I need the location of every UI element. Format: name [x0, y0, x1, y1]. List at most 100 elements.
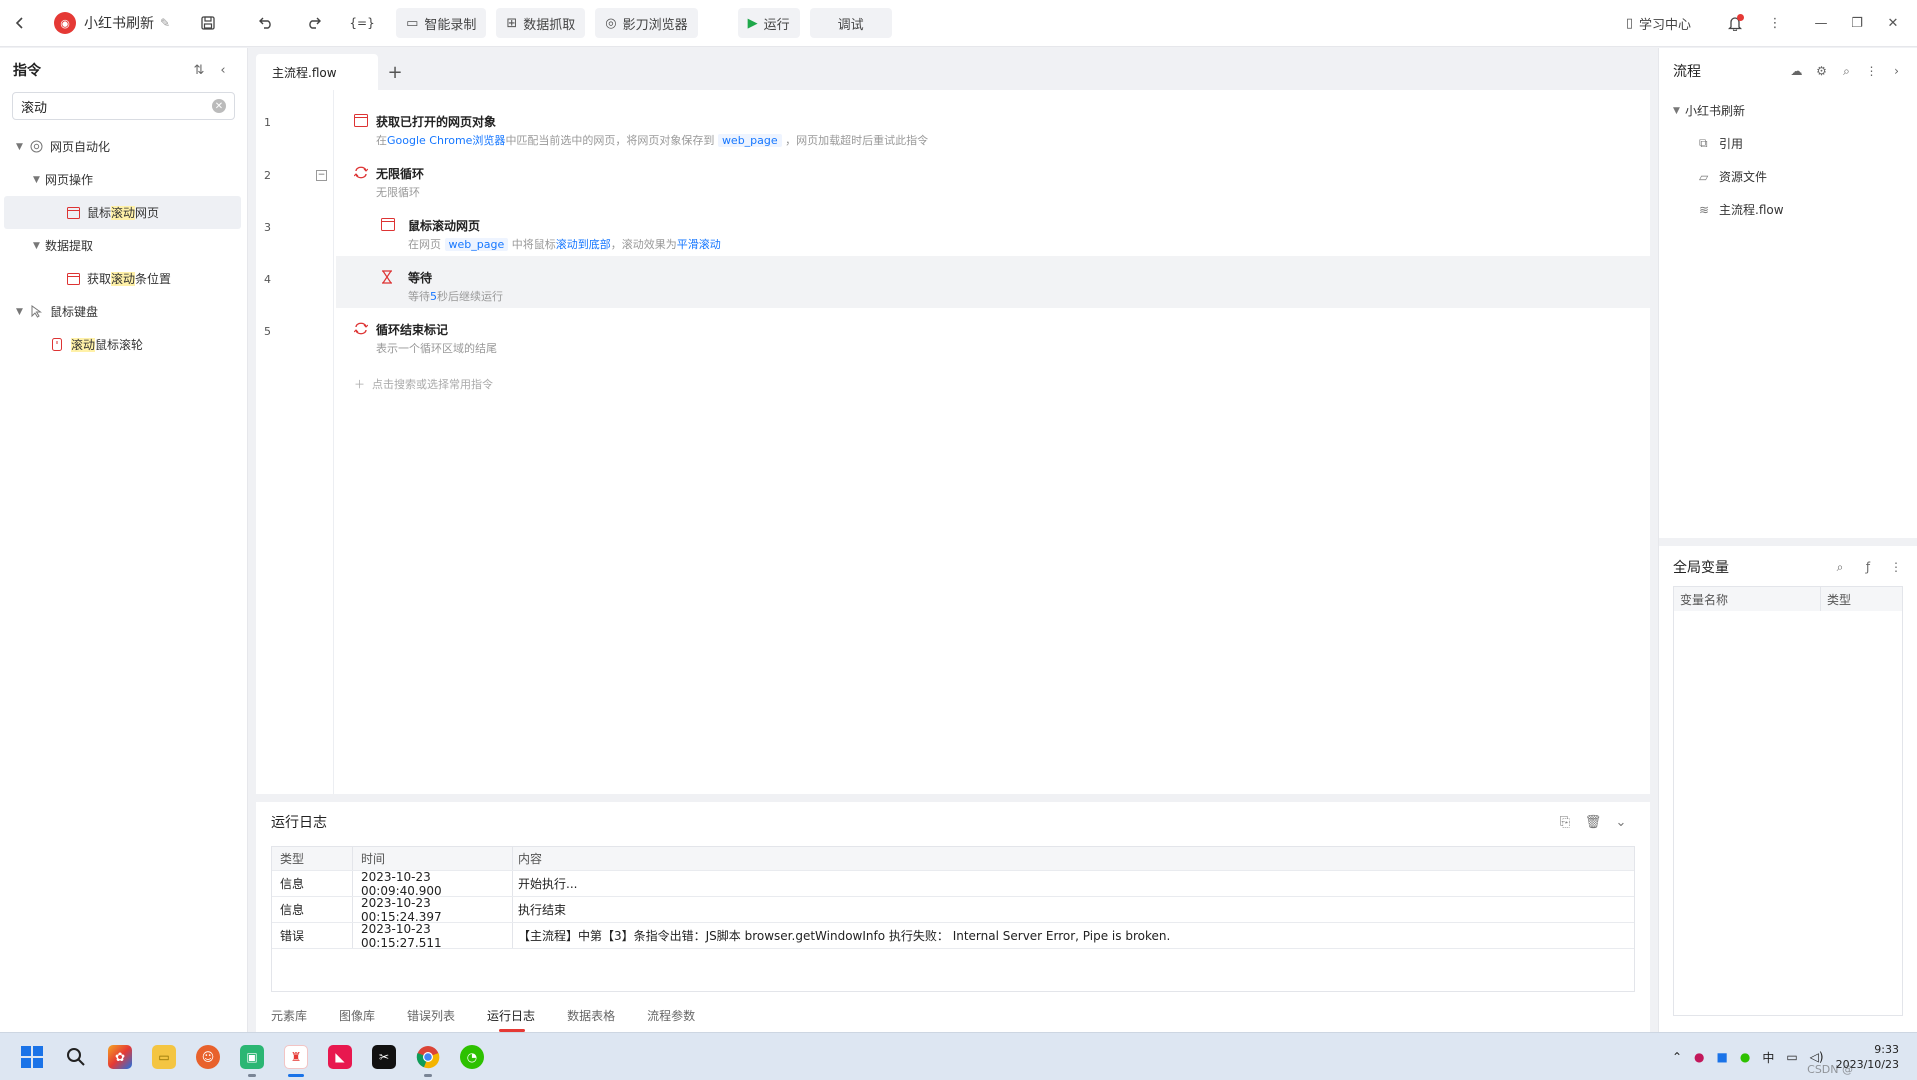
command-search-input[interactable]: [21, 98, 212, 114]
clock-time: 9:33: [1874, 1043, 1899, 1056]
cloud-sync-icon[interactable]: ☁: [1784, 64, 1809, 78]
edit-pencil-icon[interactable]: ✎: [160, 16, 170, 30]
more-vertical-icon[interactable]: ⋮: [1859, 64, 1884, 78]
sort-icon[interactable]: ⇅: [187, 63, 211, 78]
smart-record-button[interactable]: ▭ 智能录制: [396, 8, 487, 38]
tab-run-log[interactable]: 运行日志: [487, 998, 535, 1032]
network-icon[interactable]: ▭: [1786, 1050, 1797, 1064]
app-tray-icon[interactable]: ■: [1716, 1050, 1727, 1064]
global-variables-header: 全局变量 ⌕ ƒ ⋮: [1659, 546, 1917, 588]
search-icon[interactable]: ⌕: [1826, 560, 1854, 575]
project-title: ◉ 小红书刷新 ✎: [54, 12, 170, 34]
minimize-icon[interactable]: —: [1805, 8, 1837, 40]
tree-item-get-scrollbar-position[interactable]: 获取滚动条位置: [0, 262, 247, 295]
notification-bell-icon[interactable]: [1719, 8, 1751, 40]
flow-step-get-webpage[interactable]: 获取已打开的网页对象 在Google Chrome浏览器中匹配当前选中的网页，将…: [336, 100, 1650, 152]
volume-icon[interactable]: ◁): [1810, 1050, 1824, 1064]
wechat-icon[interactable]: ◔: [450, 1035, 494, 1079]
yingdao-browser-button[interactable]: ◎ 影刀浏览器: [595, 8, 698, 38]
table-row[interactable]: 错误 2023-10-23 00:15:27.511 【主流程】中第【3】条指令…: [272, 922, 1634, 950]
flow-tree-item-main-flow[interactable]: ≋ 主流程.flow: [1659, 193, 1917, 226]
column-header: 内容: [512, 847, 1634, 870]
back-arrow-icon[interactable]: [4, 7, 36, 39]
wait-seconds-link[interactable]: 5: [430, 290, 437, 303]
collapse-toggle-icon[interactable]: −: [316, 170, 327, 181]
app-taskbar-icon[interactable]: ☺: [186, 1035, 230, 1079]
caret-down-icon: ▼: [16, 141, 23, 152]
wechat-tray-icon[interactable]: ●: [1740, 1050, 1750, 1064]
tab-element-library[interactable]: 元素库: [271, 998, 307, 1032]
tree-item-web-operations[interactable]: ▼ 网页操作: [0, 163, 247, 196]
chevron-right-icon[interactable]: ›: [1884, 64, 1909, 78]
tree-item-data-extraction[interactable]: ▼ 数据提取: [0, 229, 247, 262]
more-vertical-icon[interactable]: ⋮: [1882, 560, 1910, 574]
hourglass-icon: [381, 270, 395, 284]
flow-step-mouse-scroll-webpage[interactable]: 鼠标滚动网页 在网页 web_page 中将鼠标滚动到底部，滚动效果为平滑滚动: [336, 204, 1650, 256]
save-icon[interactable]: [192, 7, 224, 39]
variable-web-page[interactable]: web_page: [717, 134, 782, 147]
export-icon[interactable]: ⎘: [1551, 815, 1579, 830]
debug-button[interactable]: 调试: [809, 8, 892, 38]
trash-icon[interactable]: 🗑: [1579, 815, 1607, 830]
table-row[interactable]: 信息 2023-10-23 00:09:40.900 开始执行...: [272, 870, 1634, 898]
file-explorer-icon[interactable]: ▭: [142, 1035, 186, 1079]
step-title: 等待: [408, 271, 433, 285]
ime-indicator[interactable]: 中: [1762, 1049, 1774, 1066]
tab-data-table[interactable]: 数据表格: [567, 998, 615, 1032]
undo-icon[interactable]: [250, 7, 282, 39]
step-description: 无限循环: [376, 186, 420, 199]
yingdao-app-icon[interactable]: ♜: [274, 1035, 318, 1079]
chrome-icon[interactable]: [406, 1035, 450, 1079]
tree-item-mouse-keyboard[interactable]: ▼ 鼠标键盘: [0, 295, 247, 328]
line-gutter: 1 2 − 3 4 5: [256, 90, 334, 794]
data-scrape-button[interactable]: ⊞ 数据抓取: [496, 8, 586, 38]
flow-step-loop-end[interactable]: 循环结束标记 表示一个循环区域的结尾: [336, 308, 1650, 360]
scroll-target-link[interactable]: 滚动到底部: [556, 238, 611, 251]
more-vertical-icon[interactable]: ⋮: [1759, 8, 1791, 40]
tree-item-scroll-mouse-wheel[interactable]: 滚动鼠标滚轮: [0, 328, 247, 361]
tab-image-library[interactable]: 图像库: [339, 998, 375, 1032]
add-tab-icon[interactable]: +: [378, 54, 412, 90]
close-icon[interactable]: ✕: [1877, 8, 1909, 40]
collapse-panel-icon[interactable]: ‹: [211, 63, 235, 78]
flow-tree-item-references[interactable]: ⧉ 引用: [1659, 127, 1917, 160]
tab-main-flow[interactable]: 主流程.flow: [256, 54, 378, 90]
browser-link[interactable]: Google Chrome浏览器: [387, 134, 505, 147]
tab-flow-params[interactable]: 流程参数: [647, 998, 695, 1032]
panel-divider: [1659, 538, 1917, 546]
restore-icon[interactable]: ❐: [1841, 8, 1873, 40]
step-title: 获取已打开的网页对象: [376, 115, 497, 129]
redo-icon[interactable]: [298, 7, 330, 39]
learning-center-button[interactable]: ▯ 学习中心: [1616, 9, 1701, 39]
search-icon[interactable]: ⌕: [1834, 64, 1859, 79]
app-taskbar-icon[interactable]: ◣: [318, 1035, 362, 1079]
browser-icon: ◎: [605, 15, 617, 31]
settings-icon[interactable]: ⚙: [1809, 64, 1834, 78]
scroll-effect-link[interactable]: 平滑滚动: [677, 238, 721, 251]
chevron-up-icon[interactable]: ⌃: [1672, 1050, 1682, 1064]
flow-step-wait[interactable]: 等待 等待5秒后继续运行: [336, 256, 1650, 308]
chevron-down-icon[interactable]: ⌄: [1607, 815, 1635, 830]
capcut-icon[interactable]: ✂: [362, 1035, 406, 1079]
flow-step-infinite-loop[interactable]: 无限循环 无限循环: [336, 152, 1650, 204]
tree-item-web-automation[interactable]: ▼ 网页自动化: [0, 130, 247, 163]
watermark: CSDN @: [1807, 1063, 1853, 1076]
flow-tree-root[interactable]: ▼ 小红书刷新: [1659, 94, 1917, 127]
variable-web-page[interactable]: web_page: [444, 238, 509, 251]
app-taskbar-icon[interactable]: ✿: [98, 1035, 142, 1079]
remote-desktop-icon[interactable]: ▣: [230, 1035, 274, 1079]
start-button[interactable]: [10, 1035, 54, 1079]
mouse-wheel-icon: [49, 337, 65, 353]
search-taskbar-icon[interactable]: [54, 1035, 98, 1079]
project-name: 小红书刷新: [84, 16, 154, 32]
tab-error-list[interactable]: 错误列表: [407, 998, 455, 1032]
flow-tree-item-resources[interactable]: ▱ 资源文件: [1659, 160, 1917, 193]
clear-search-icon[interactable]: ✕: [212, 99, 226, 113]
run-button[interactable]: ▶ 运行: [737, 8, 800, 38]
variable-braces-icon[interactable]: {=}: [346, 7, 378, 39]
add-command-hint[interactable]: ＋ 点击搜索或选择常用指令: [354, 376, 493, 392]
function-icon[interactable]: ƒ: [1854, 560, 1882, 574]
table-row[interactable]: 信息 2023-10-23 00:15:24.397 执行结束: [272, 896, 1634, 924]
qq-tray-icon[interactable]: ●: [1694, 1050, 1704, 1064]
tree-item-mouse-scroll-webpage[interactable]: 鼠标滚动网页: [4, 196, 241, 229]
